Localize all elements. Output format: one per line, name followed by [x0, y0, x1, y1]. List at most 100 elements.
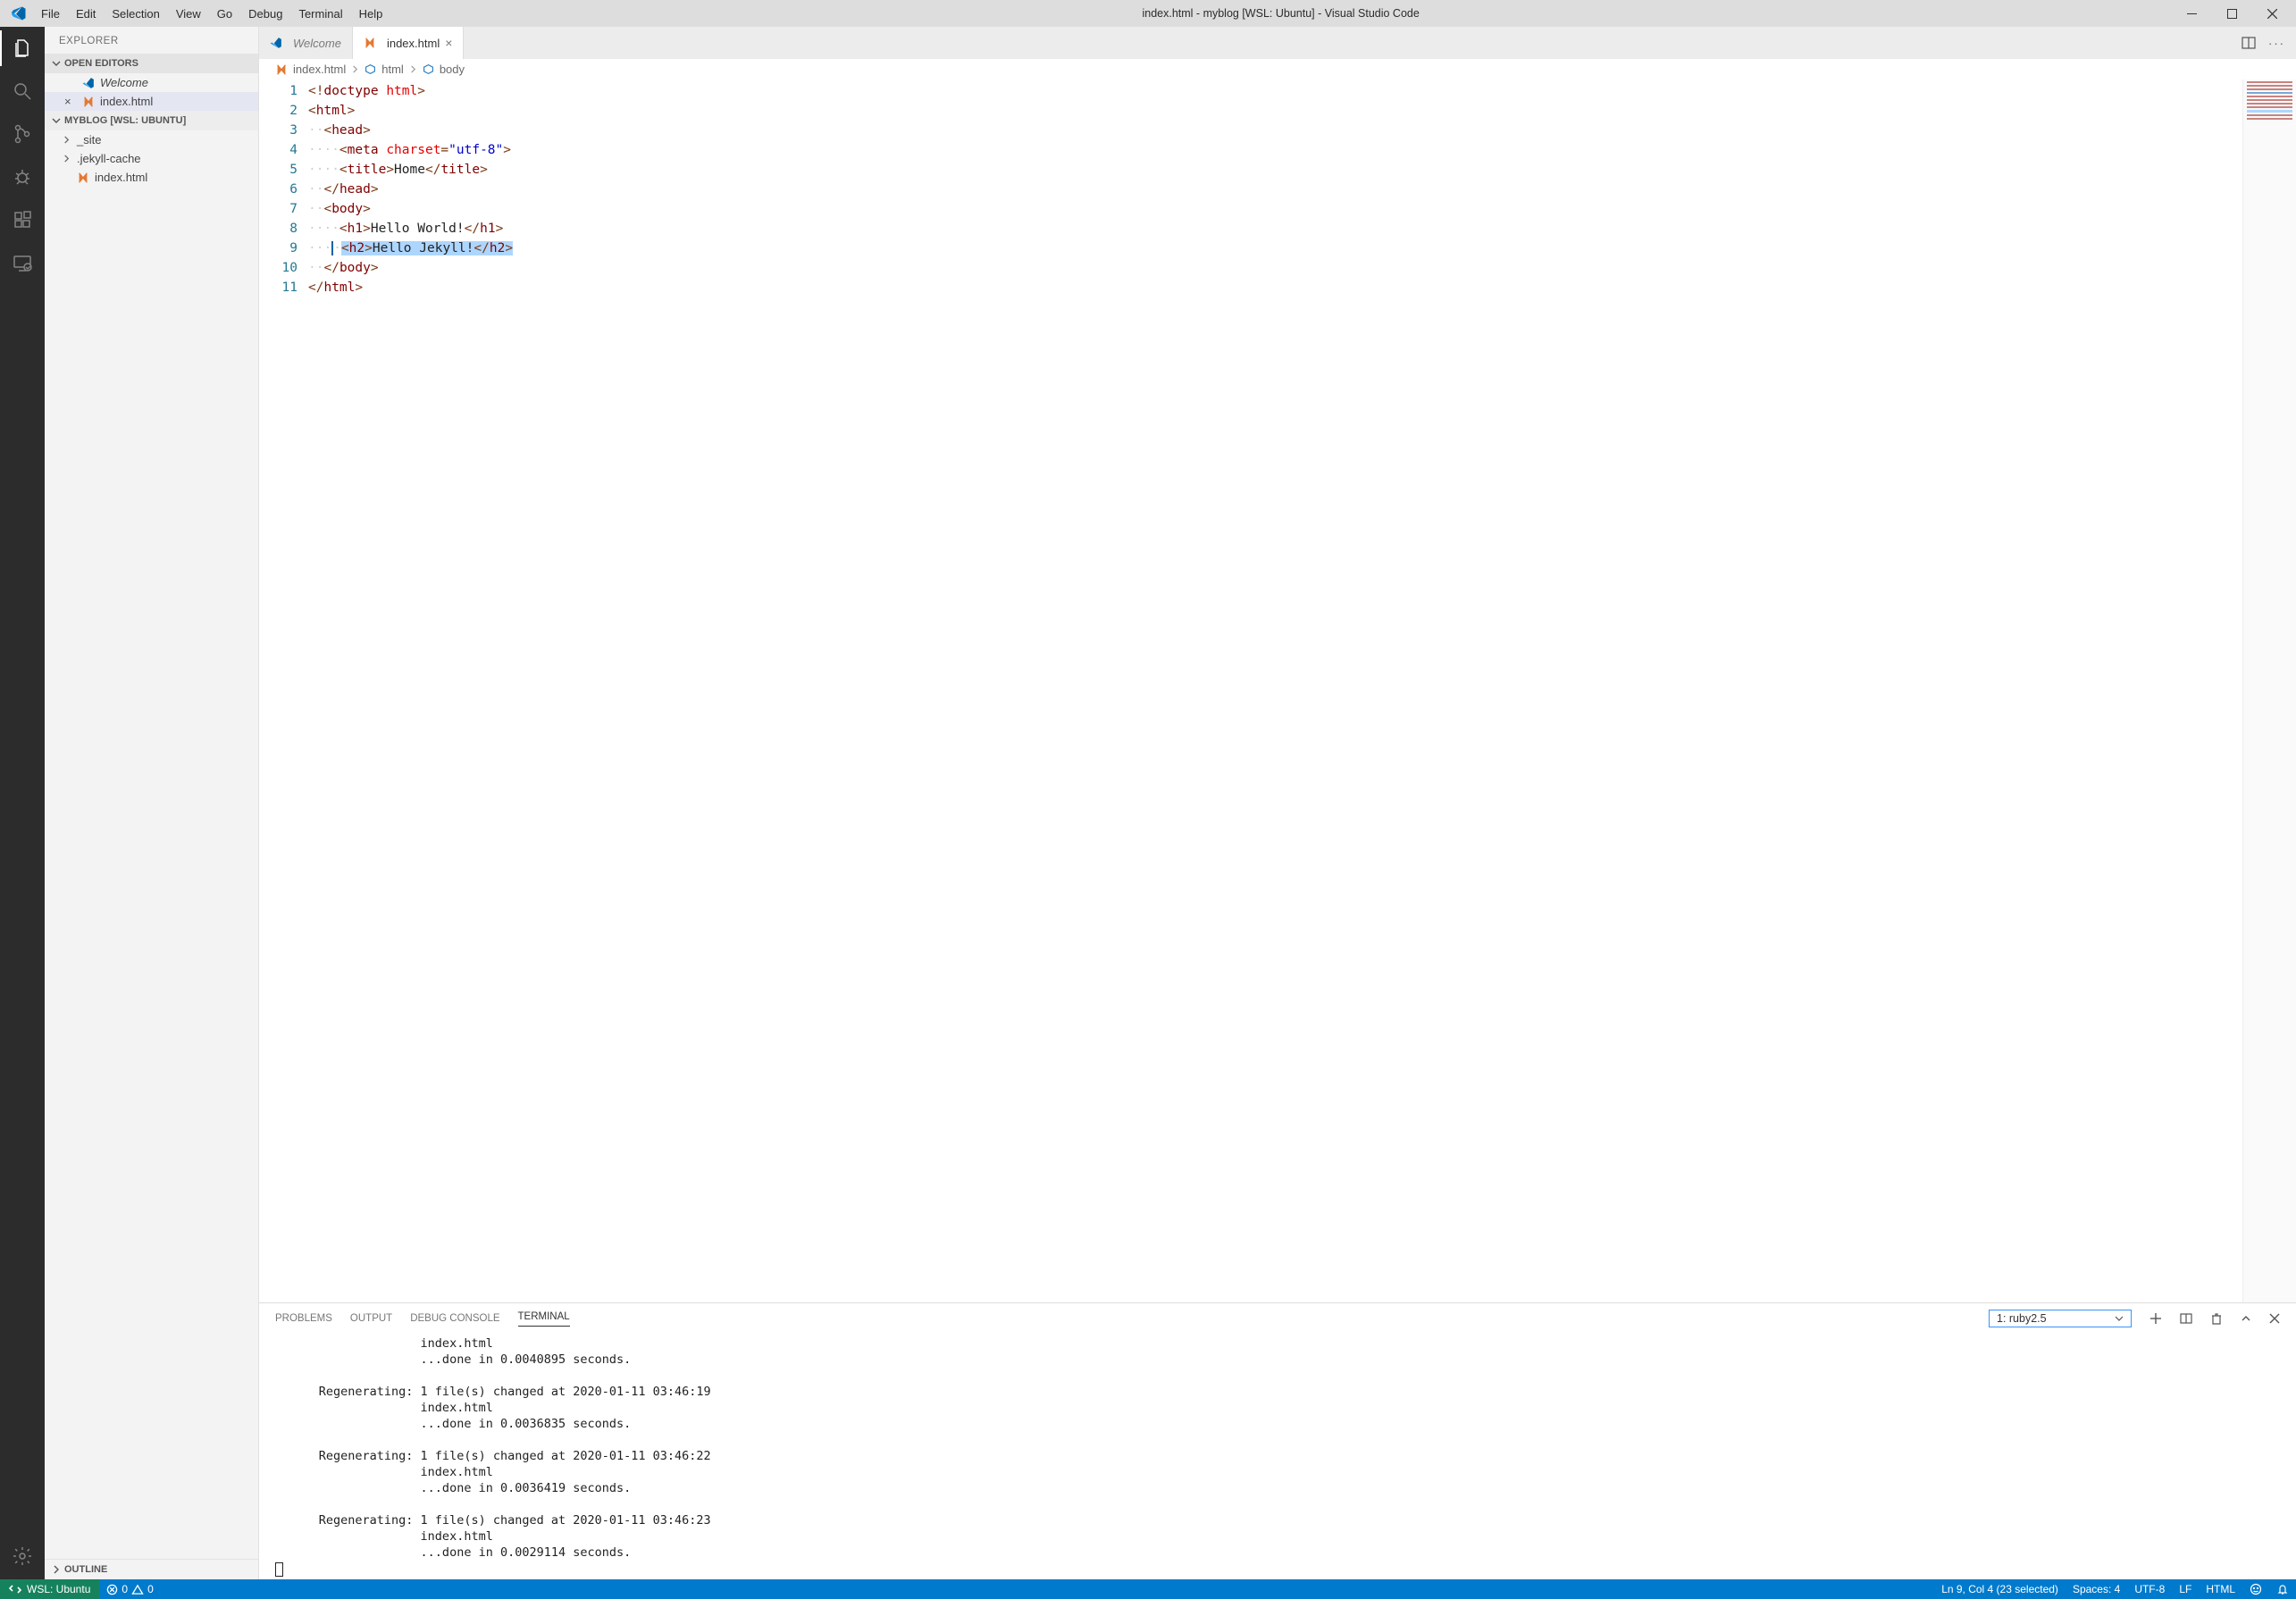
workspace-section[interactable]: MYBLOG [WSL: UBUNTU] — [45, 111, 258, 130]
html-file-icon — [275, 63, 288, 76]
menu-selection[interactable]: Selection — [105, 4, 166, 24]
eol-indicator[interactable]: LF — [2172, 1583, 2199, 1595]
panel-tab-debug-console[interactable]: DEBUG CONSOLE — [410, 1313, 499, 1324]
terminal-selector-label: 1: ruby2.5 — [1997, 1312, 2047, 1325]
bottom-panel: PROBLEMS OUTPUT DEBUG CONSOLE TERMINAL 1: r… — [259, 1302, 2296, 1579]
close-panel-icon[interactable] — [2269, 1313, 2280, 1324]
maximize-panel-icon[interactable] — [2241, 1313, 2251, 1324]
open-editor-item[interactable]: Welcome — [45, 73, 258, 92]
chevron-right-icon — [50, 1563, 63, 1576]
menu-file[interactable]: File — [34, 4, 67, 24]
code-content[interactable]: <!doctype html><html>··<head>····<meta c… — [308, 80, 2242, 1302]
extensions-icon[interactable] — [10, 207, 35, 232]
menu-help[interactable]: Help — [352, 4, 390, 24]
code-editor[interactable]: 1234567891011 <!doctype html><html>··<he… — [259, 80, 2296, 1302]
minimize-button[interactable] — [2172, 0, 2212, 27]
open-editors-section[interactable]: OPEN EDITORS — [45, 54, 258, 73]
symbol-icon — [365, 63, 376, 75]
terminal-selector[interactable]: 1: ruby2.5 — [1989, 1310, 2132, 1327]
open-editors-label: OPEN EDITORS — [64, 58, 138, 69]
explorer-icon[interactable] — [10, 36, 35, 61]
remote-indicator[interactable]: WSL: Ubuntu — [0, 1579, 99, 1599]
source-control-icon[interactable] — [10, 121, 35, 147]
menu-edit[interactable]: Edit — [69, 4, 103, 24]
open-editor-label: Welcome — [100, 76, 148, 89]
errors-count: 0 — [122, 1583, 128, 1595]
minimap[interactable] — [2242, 80, 2296, 1302]
tree-item-label: .jekyll-cache — [77, 152, 141, 165]
encoding-indicator[interactable]: UTF-8 — [2127, 1583, 2172, 1595]
chevron-down-icon — [50, 114, 63, 127]
more-actions-icon[interactable]: ··· — [2268, 37, 2285, 50]
warnings-count: 0 — [147, 1583, 154, 1595]
breadcrumb-label: html — [381, 63, 404, 76]
terminal-output[interactable]: index.html ...done in 0.0040895 seconds.… — [259, 1334, 2296, 1579]
language-indicator[interactable]: HTML — [2199, 1583, 2242, 1595]
chevron-right-icon — [63, 136, 73, 144]
vscode-logo-icon — [270, 37, 282, 49]
menu-go[interactable]: Go — [210, 4, 239, 24]
split-editor-icon[interactable] — [2242, 36, 2256, 50]
notifications-icon[interactable] — [2269, 1583, 2296, 1595]
feedback-icon[interactable] — [2242, 1583, 2269, 1595]
breadcrumb-label: body — [440, 63, 465, 76]
sidebar: EXPLORER OPEN EDITORS Welcome×index.html… — [45, 27, 259, 1579]
chevron-down-icon — [2115, 1314, 2124, 1323]
activity-bar — [0, 27, 45, 1579]
remote-explorer-icon[interactable] — [10, 250, 35, 275]
panel-tab-problems[interactable]: PROBLEMS — [275, 1313, 332, 1324]
problems-indicator[interactable]: 0 0 — [99, 1583, 160, 1595]
vscode-logo-icon — [82, 77, 95, 89]
close-icon[interactable]: × — [64, 95, 77, 108]
close-button[interactable] — [2252, 0, 2292, 27]
breadcrumb[interactable]: index.html html body — [259, 59, 2296, 80]
chevron-right-icon — [63, 155, 73, 163]
chevron-down-icon — [50, 57, 63, 70]
search-icon[interactable] — [10, 79, 35, 104]
maximize-button[interactable] — [2212, 0, 2252, 27]
html-file-icon — [82, 96, 95, 108]
html-file-icon — [364, 37, 376, 49]
panel-tab-output[interactable]: OUTPUT — [350, 1313, 392, 1324]
tree-item-label: index.html — [95, 171, 147, 184]
symbol-icon — [423, 63, 434, 75]
menu-view[interactable]: View — [169, 4, 208, 24]
editor-tabs: Welcome index.html × ··· — [259, 27, 2296, 59]
line-gutter: 1234567891011 — [259, 80, 308, 1302]
chevron-right-icon — [351, 65, 359, 73]
outline-section[interactable]: OUTLINE — [45, 1559, 258, 1579]
split-terminal-icon[interactable] — [2180, 1312, 2192, 1325]
tab-index-html[interactable]: index.html × — [353, 27, 464, 59]
folder-item[interactable]: .jekyll-cache — [45, 149, 258, 168]
spaces-indicator[interactable]: Spaces: 4 — [2066, 1583, 2127, 1595]
menu-terminal[interactable]: Terminal — [291, 4, 349, 24]
settings-gear-icon[interactable] — [10, 1544, 35, 1569]
tab-label: index.html — [387, 37, 440, 50]
file-item[interactable]: index.html — [45, 168, 258, 187]
menu-debug[interactable]: Debug — [241, 4, 289, 24]
window-controls — [2172, 0, 2292, 27]
breadcrumb-label: index.html — [293, 63, 346, 76]
editor-area: Welcome index.html × ··· index.html html bod… — [259, 27, 2296, 1579]
tab-welcome[interactable]: Welcome — [259, 27, 353, 59]
terminal-cursor — [275, 1562, 283, 1577]
panel-tabs: PROBLEMS OUTPUT DEBUG CONSOLE TERMINAL 1: r… — [259, 1303, 2296, 1334]
html-file-icon — [77, 172, 89, 184]
close-icon[interactable]: × — [445, 36, 452, 50]
open-editor-label: index.html — [100, 95, 153, 108]
vscode-logo-icon — [9, 4, 29, 23]
outline-label: OUTLINE — [64, 1564, 107, 1575]
workbench: EXPLORER OPEN EDITORS Welcome×index.html… — [0, 27, 2296, 1579]
panel-tab-terminal[interactable]: TERMINAL — [518, 1311, 570, 1327]
chevron-right-icon — [409, 65, 417, 73]
kill-terminal-icon[interactable] — [2210, 1312, 2223, 1325]
workspace-label: MYBLOG [WSL: UBUNTU] — [64, 115, 186, 126]
remote-label: WSL: Ubuntu — [27, 1583, 90, 1595]
cursor-position[interactable]: Ln 9, Col 4 (23 selected) — [1934, 1583, 2066, 1595]
open-editor-item[interactable]: × index.html — [45, 92, 258, 111]
tree-item-label: _site — [77, 133, 101, 147]
new-terminal-icon[interactable] — [2149, 1312, 2162, 1325]
window-title: index.html - myblog [WSL: Ubuntu] - Visu… — [390, 7, 2172, 20]
folder-item[interactable]: _site — [45, 130, 258, 149]
debug-icon[interactable] — [10, 164, 35, 189]
